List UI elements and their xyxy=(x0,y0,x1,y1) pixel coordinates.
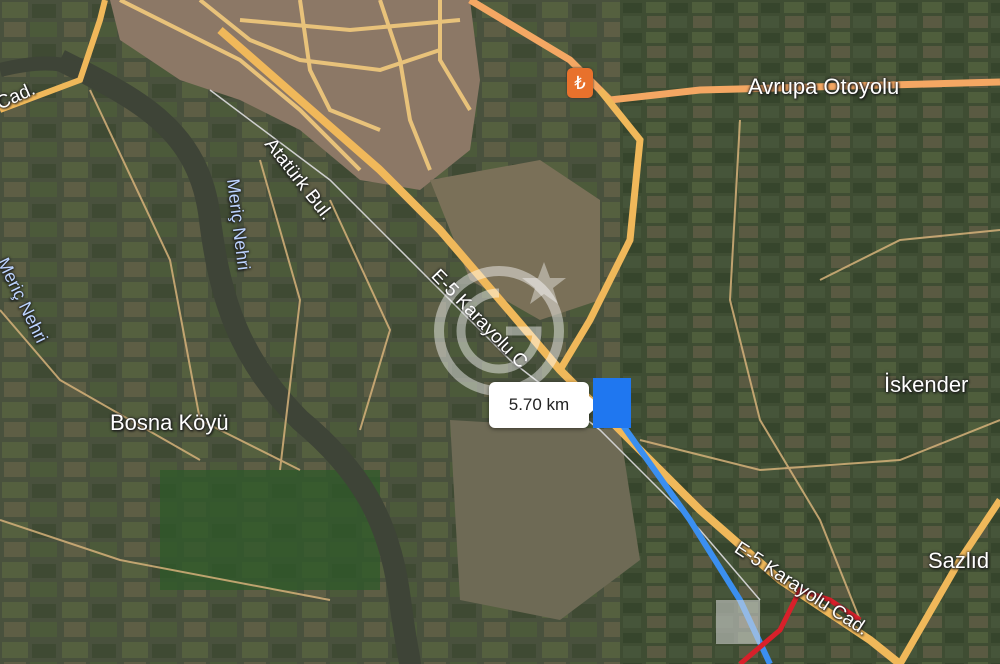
distance-tooltip: 5.70 km xyxy=(489,382,599,428)
place-label-iskender: İskender xyxy=(884,372,969,397)
map-view[interactable]: Cad. Atatürk Bul. E-5 Karayolu C E-5 Kar… xyxy=(0,0,1000,664)
place-label-bosna-koyu: Bosna Köyü xyxy=(110,410,229,435)
distance-value: 5.70 km xyxy=(508,395,570,414)
map-overlay-tile xyxy=(716,600,760,644)
road-label-avrupa-otoyolu: Avrupa Otoyolu xyxy=(748,74,900,99)
toll-icon[interactable]: ₺ xyxy=(567,68,593,98)
place-label-sazlidere: Sazlıd xyxy=(928,548,990,573)
route-end-marker[interactable] xyxy=(593,378,631,428)
